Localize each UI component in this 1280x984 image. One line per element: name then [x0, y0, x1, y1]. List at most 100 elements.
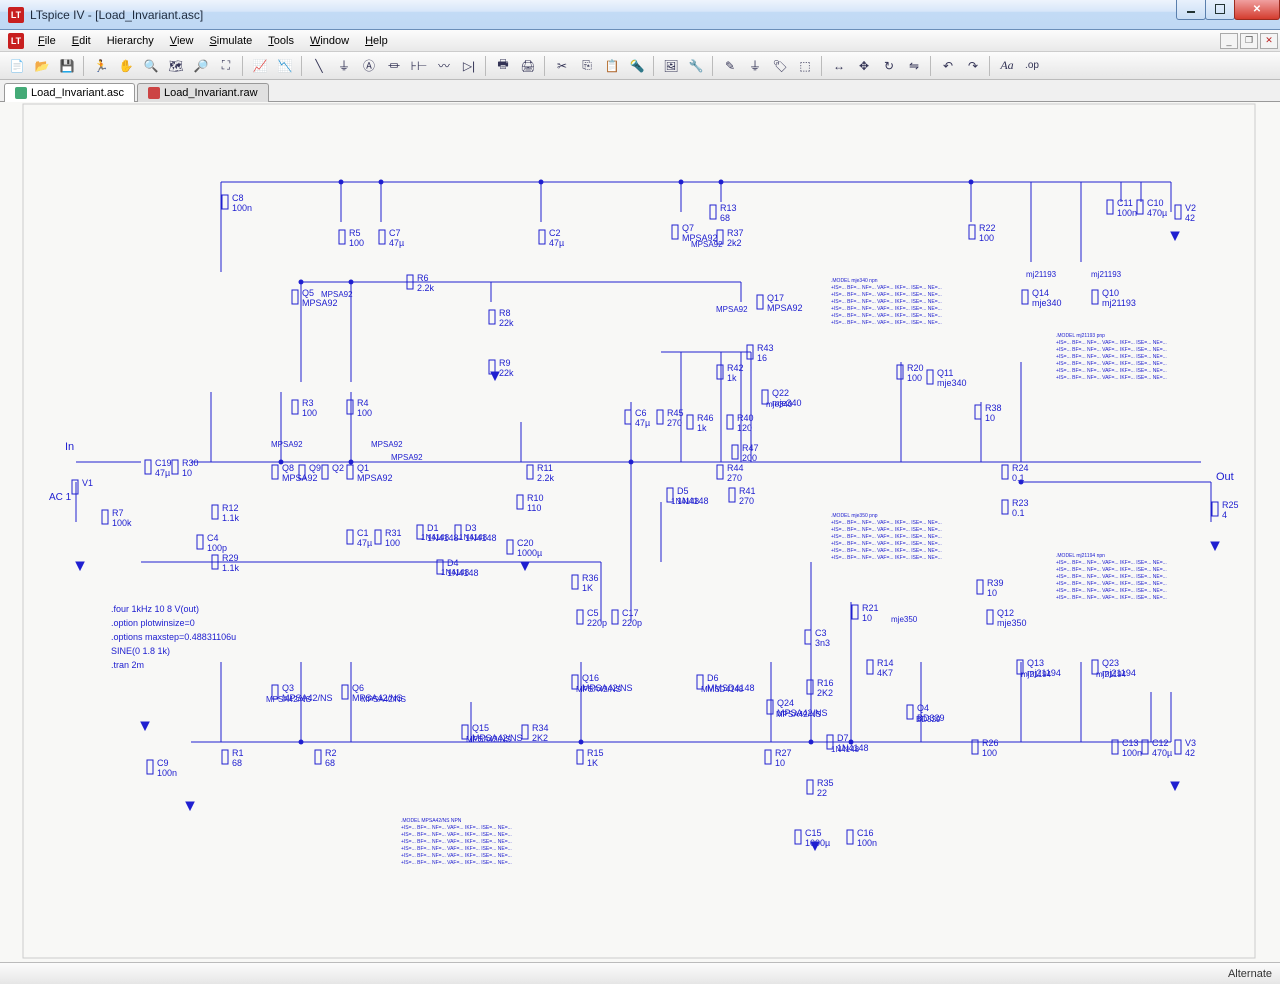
model-text: +IS=... BF=... NF=... VAF=... IKF=... IS…	[401, 860, 512, 866]
maximize-button[interactable]	[1205, 0, 1235, 20]
component-value: MPSA92	[767, 303, 803, 313]
place-component-button[interactable]: ⬚	[794, 55, 816, 77]
component-value: 100n	[857, 838, 877, 848]
component-ref: C19	[155, 458, 172, 468]
component-value: 22k	[499, 318, 514, 328]
model-text: +IS=... BF=... NF=... VAF=... IKF=... IS…	[831, 320, 942, 326]
pick-visible-traces-button[interactable]: 📈	[249, 55, 271, 77]
halt-button[interactable]: ✋	[115, 55, 137, 77]
model-label: MPSA42/NS	[466, 735, 511, 744]
tab-waveform[interactable]: Load_Invariant.raw	[137, 83, 269, 102]
schematic-svg: C8100nR5100C747µC247µR1368R22100C11100nC…	[0, 102, 1280, 962]
component-ref: C6	[635, 408, 647, 418]
rotate-button[interactable]: ↻	[878, 55, 900, 77]
mdi-close-button[interactable]: ✕	[1260, 33, 1278, 49]
component-ref: R4	[357, 398, 369, 408]
model-label: 1N4148	[831, 745, 860, 754]
model-text: +IS=... BF=... NF=... VAF=... IKF=... IS…	[401, 846, 512, 852]
menu-tools[interactable]: Tools	[260, 33, 302, 49]
mirror-button[interactable]: ⇋	[903, 55, 925, 77]
model-text: +IS=... BF=... NF=... VAF=... IKF=... IS…	[1056, 368, 1167, 374]
place-gnd-button[interactable]: ⏚	[744, 55, 766, 77]
tab-schematic[interactable]: Load_Invariant.asc	[4, 83, 135, 102]
component-value: 100k	[112, 518, 132, 528]
close-button[interactable]: ✕	[1234, 0, 1280, 20]
mdi-minimize-button[interactable]: _	[1220, 33, 1238, 49]
redo-button[interactable]: ↷	[962, 55, 984, 77]
run-button[interactable]: 🏃	[90, 55, 112, 77]
cut-button[interactable]: ✂	[551, 55, 573, 77]
model-text: +IS=... BF=... NF=... VAF=... IKF=... IS…	[1056, 588, 1167, 594]
component-ref: R30	[182, 458, 199, 468]
component-value: mje340	[937, 378, 967, 388]
component-ref: R5	[349, 228, 361, 238]
model-label: 1N4148	[671, 497, 700, 506]
mdi-restore-button[interactable]: ❐	[1240, 33, 1258, 49]
component-value: 2K2	[817, 688, 833, 698]
net-out-label: Out	[1216, 471, 1234, 483]
model-text: +IS=... BF=... NF=... VAF=... IKF=... IS…	[831, 313, 942, 319]
pan-button[interactable]: 🗺	[165, 55, 187, 77]
move-button[interactable]: ↔	[828, 55, 850, 77]
app-icon-small[interactable]: LT	[8, 33, 24, 49]
print-setup-button[interactable]: 🖨	[517, 55, 539, 77]
minimize-button[interactable]	[1176, 0, 1206, 20]
menu-file[interactable]: File	[30, 33, 64, 49]
menu-window[interactable]: Window	[302, 33, 357, 49]
component-value: 47µ	[635, 418, 650, 428]
print-button[interactable]: 🖶	[492, 55, 514, 77]
drag-button[interactable]: ✥	[853, 55, 875, 77]
diode-button[interactable]: ▷|	[458, 55, 480, 77]
component-value: 270	[727, 473, 742, 483]
copy-bitmap-button[interactable]: 🖼	[660, 55, 682, 77]
menu-hierarchy[interactable]: Hierarchy	[99, 33, 162, 49]
component-value: 1.1k	[222, 563, 240, 573]
ground-button[interactable]: ⏚	[333, 55, 355, 77]
copy-button[interactable]: ⎘	[576, 55, 598, 77]
component-ref: Q9	[309, 463, 321, 473]
open-button[interactable]: 📂	[31, 55, 53, 77]
component-value: 1K	[587, 758, 598, 768]
text-button[interactable]: Aa	[996, 55, 1018, 77]
component-ref: Q8	[282, 463, 294, 473]
menu-edit[interactable]: Edit	[64, 33, 99, 49]
component-value: 22	[817, 788, 827, 798]
zoom-in-button[interactable]: 🔍	[140, 55, 162, 77]
menu-simulate[interactable]: Simulate	[201, 33, 260, 49]
undo-button[interactable]: ↶	[937, 55, 959, 77]
model-label: mj21194	[1021, 670, 1052, 679]
model-text: +IS=... BF=... NF=... VAF=... IKF=... IS…	[831, 555, 942, 561]
menu-help[interactable]: Help	[357, 33, 396, 49]
model-label: MPSA92	[691, 240, 723, 249]
component-value: 100	[302, 408, 317, 418]
wire-button[interactable]: ╲	[308, 55, 330, 77]
component-value: 10	[985, 413, 995, 423]
component-ref: D5	[677, 486, 689, 496]
new-schematic-button[interactable]: 📄	[6, 55, 28, 77]
model-text: +IS=... BF=... NF=... VAF=... IKF=... IS…	[1056, 567, 1167, 573]
inductor-button[interactable]: 〰	[433, 55, 455, 77]
component-value: 22k	[499, 368, 514, 378]
spice-directive-button[interactable]: .op	[1021, 55, 1043, 77]
model-text: +IS=... BF=... NF=... VAF=... IKF=... IS…	[831, 285, 942, 291]
draw-wire-button[interactable]: ✎	[719, 55, 741, 77]
autorange-button[interactable]: 📉	[274, 55, 296, 77]
paste-button[interactable]: 📋	[601, 55, 623, 77]
capacitor-button[interactable]: ⊦⊢	[408, 55, 430, 77]
model-text: +IS=... BF=... NF=... VAF=... IKF=... IS…	[1056, 595, 1167, 601]
component-ref: V2	[1185, 203, 1196, 213]
component-value: 0.1	[1012, 508, 1025, 518]
control-panel-button[interactable]: 🔧	[685, 55, 707, 77]
component-value: 1000µ	[805, 838, 830, 848]
resistor-button[interactable]: ⏛	[383, 55, 405, 77]
place-netlabel-button[interactable]: 🏷	[769, 55, 791, 77]
schematic-canvas[interactable]: C8100nR5100C747µC247µR1368R22100C11100nC…	[0, 102, 1280, 962]
component-value: 270	[667, 418, 682, 428]
find-button[interactable]: 🔦	[626, 55, 648, 77]
component-ref: R31	[385, 528, 402, 538]
zoom-full-button[interactable]: ⛶	[215, 55, 237, 77]
label-net-button[interactable]: Ⓐ	[358, 55, 380, 77]
save-button[interactable]: 💾	[56, 55, 78, 77]
zoom-out-button[interactable]: 🔎	[190, 55, 212, 77]
menu-view[interactable]: View	[162, 33, 202, 49]
